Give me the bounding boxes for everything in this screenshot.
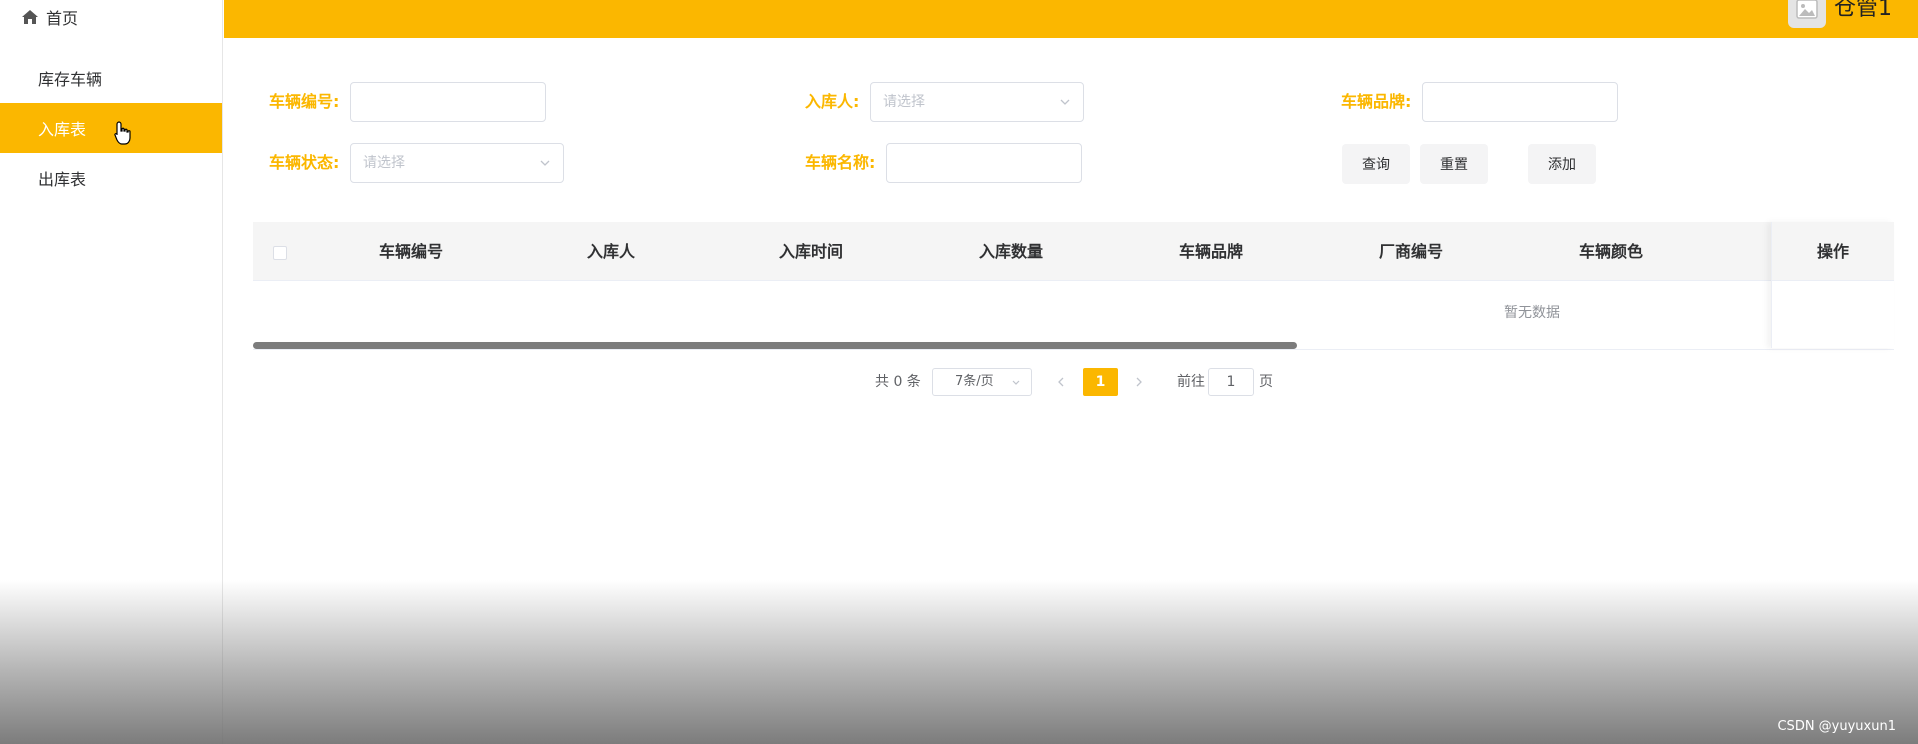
status-label: 车辆状态: [269, 153, 340, 172]
sidebar-item-home[interactable]: 首页 [0, 0, 222, 33]
chevron-left-icon [1058, 377, 1064, 387]
empty-state-text: 暂无数据 [253, 282, 1771, 344]
prev-page-button[interactable] [1056, 370, 1066, 402]
goto-page-input[interactable]: 1 [1208, 368, 1254, 396]
select-placeholder: 请选择 [363, 155, 405, 171]
bottom-fade-overlay [0, 580, 1918, 744]
column-header[interactable]: 入库数量 [961, 222, 1061, 281]
horizontal-scrollbar[interactable] [253, 342, 1297, 349]
chevron-down-icon [1060, 99, 1070, 105]
sidebar-item-label: 入库表 [38, 120, 87, 139]
sidebar-item-outbound[interactable]: 出库表 [0, 153, 222, 203]
column-header[interactable]: 入库时间 [761, 222, 861, 281]
inbound-person-label: 入库人: [805, 92, 860, 111]
sidebar-item-label: 出库表 [38, 170, 87, 189]
action-column-header: 操作 [1772, 222, 1894, 281]
inbound-person-select[interactable]: 请选择 [870, 82, 1084, 122]
add-button[interactable]: 添加 [1528, 144, 1596, 184]
vehicle-no-label: 车辆编号: [269, 92, 340, 111]
page-size-value: 7条/页 [955, 374, 994, 389]
column-header[interactable]: 车辆品牌 [1161, 222, 1261, 281]
status-select[interactable]: 请选择 [350, 143, 564, 183]
chevron-down-icon [1012, 380, 1020, 385]
hand-cursor-icon [114, 121, 131, 145]
chevron-right-icon [1136, 377, 1142, 387]
query-button[interactable]: 查询 [1342, 144, 1410, 184]
user-avatar[interactable] [1788, 0, 1826, 28]
sidebar-item-label: 库存车辆 [38, 70, 103, 89]
page-size-select[interactable]: 7条/页 [932, 368, 1032, 396]
table-header: 车辆编号 入库人 入库时间 入库数量 车辆品牌 厂商编号 车辆颜色 [253, 222, 1894, 281]
next-page-button[interactable] [1134, 370, 1144, 402]
column-header[interactable]: 车辆编号 [361, 222, 461, 281]
sidebar-item-inbound[interactable]: 入库表 [0, 103, 222, 153]
user-name[interactable]: 仓管1 [1834, 0, 1892, 22]
brand-input[interactable] [1422, 82, 1618, 122]
sidebar-item-inventory[interactable]: 库存车辆 [0, 53, 222, 103]
reset-button[interactable]: 重置 [1420, 144, 1488, 184]
goto-page-suffix: 页 [1259, 374, 1273, 390]
home-icon [22, 9, 38, 24]
table-bottom-border [253, 349, 1894, 350]
column-header[interactable]: 入库人 [561, 222, 661, 281]
column-header[interactable]: 车辆颜色 [1561, 222, 1661, 281]
goto-label: 前往 [1177, 374, 1205, 390]
inbound-table: 车辆编号 入库人 入库时间 入库数量 车辆品牌 厂商编号 车辆颜色 暂无数据 操… [253, 222, 1894, 350]
page-number-current[interactable]: 1 [1083, 368, 1118, 396]
select-placeholder: 请选择 [883, 94, 925, 110]
sidebar-home-label: 首页 [46, 8, 79, 28]
vehicle-no-input[interactable] [350, 82, 546, 122]
fixed-action-column: 操作 [1771, 222, 1894, 348]
watermark-text: CSDN @yuyuxun1 [1777, 719, 1896, 734]
vehicle-name-label: 车辆名称: [805, 153, 876, 172]
pagination-total: 共 0 条 [875, 374, 921, 390]
select-all-checkbox[interactable] [273, 246, 287, 260]
chevron-down-icon [540, 160, 550, 166]
empty-text: 暂无数据 [1504, 305, 1560, 321]
column-header[interactable]: 厂商编号 [1361, 222, 1461, 281]
vehicle-name-input[interactable] [886, 143, 1082, 183]
brand-label: 车辆品牌: [1341, 92, 1412, 111]
top-header [224, 0, 1918, 38]
image-icon [1796, 0, 1818, 19]
